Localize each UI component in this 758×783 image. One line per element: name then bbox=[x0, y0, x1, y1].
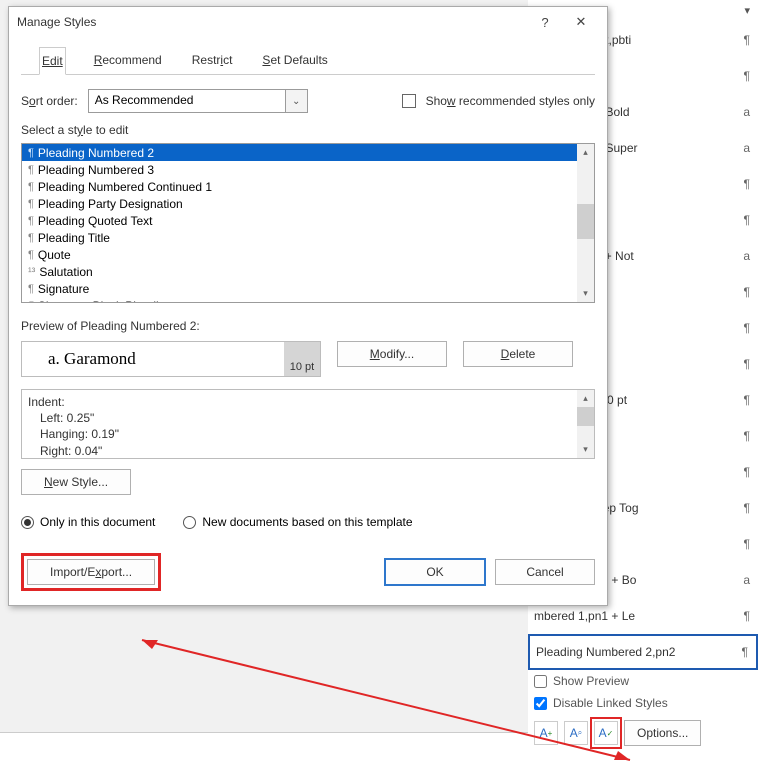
new-style-icon[interactable]: A+ bbox=[534, 721, 558, 745]
description-box: Indent: Left: 0.25" Hanging: 0.19" Right… bbox=[21, 389, 595, 459]
style-pane-item[interactable]: Pleading Numbered 2,pn2¶ bbox=[528, 634, 758, 670]
options-button[interactable]: Options... bbox=[624, 720, 701, 746]
listbox-item[interactable]: ¶Pleading Quoted Text bbox=[22, 212, 577, 229]
manage-styles-dialog: Manage Styles ? ✕ Edit Recommend Restric… bbox=[8, 6, 608, 606]
sort-order-select[interactable]: As Recommended ⌄ bbox=[88, 89, 308, 113]
listbox-item[interactable]: ¶Signature bbox=[22, 280, 577, 297]
desc-scrollbar[interactable]: ▴ ▾ bbox=[577, 390, 594, 458]
tab-recommend[interactable]: Recommend bbox=[92, 47, 164, 74]
listbox-item[interactable]: ¶Pleading Numbered 3 bbox=[22, 161, 577, 178]
listbox-item[interactable]: ¶Pleading Numbered 2 bbox=[22, 144, 577, 161]
delete-button[interactable]: Delete bbox=[463, 341, 573, 367]
preview-box: a. Garamond 10 pt bbox=[21, 341, 321, 377]
show-rec-only-label: Show recommended styles only bbox=[426, 94, 595, 108]
close-icon[interactable]: ✕ bbox=[563, 9, 599, 35]
sort-order-label: Sort order: bbox=[21, 94, 78, 108]
help-icon[interactable]: ? bbox=[527, 9, 563, 35]
sort-order-value: As Recommended bbox=[95, 93, 194, 107]
style-inspector-icon[interactable]: A⌕ bbox=[564, 721, 588, 745]
desc-right: Right: 0.04" bbox=[28, 443, 588, 459]
tab-edit[interactable]: Edit bbox=[39, 47, 66, 75]
tab-restrict[interactable]: Restrict bbox=[190, 47, 235, 74]
ok-button[interactable]: OK bbox=[385, 559, 485, 585]
listbox-item[interactable]: ¹³Salutation bbox=[22, 263, 577, 280]
scroll-up-icon[interactable]: ▴ bbox=[577, 144, 594, 161]
new-docs-template-radio[interactable]: New documents based on this template bbox=[183, 515, 412, 529]
listbox-item[interactable]: ¶Pleading Party Designation bbox=[22, 195, 577, 212]
new-style-button[interactable]: New Style... bbox=[21, 469, 131, 495]
show-preview-input[interactable] bbox=[534, 675, 547, 688]
scroll-down-icon[interactable]: ▾ bbox=[577, 285, 594, 302]
chevron-down-icon[interactable]: ⌄ bbox=[285, 90, 307, 112]
desc-left: Left: 0.25" bbox=[28, 410, 588, 426]
listbox-item[interactable]: ¶Quote bbox=[22, 246, 577, 263]
desc-head: Indent: bbox=[28, 394, 588, 410]
disable-linked-label: Disable Linked Styles bbox=[553, 696, 668, 710]
select-style-label: Select a style to edit bbox=[21, 123, 595, 137]
show-preview-checkbox[interactable]: Show Preview bbox=[528, 670, 758, 692]
dialog-title: Manage Styles bbox=[17, 15, 527, 29]
scroll-up-icon[interactable]: ▴ bbox=[577, 390, 594, 407]
disable-linked-input[interactable] bbox=[534, 697, 547, 710]
preview-label: Preview of Pleading Numbered 2: bbox=[21, 319, 595, 333]
listbox-item[interactable]: ¶Pleading Title bbox=[22, 229, 577, 246]
listbox-item[interactable]: ¶Pleading Numbered Continued 1 bbox=[22, 178, 577, 195]
modify-button[interactable]: Modify... bbox=[337, 341, 447, 367]
manage-styles-icon[interactable]: A✓ bbox=[594, 721, 618, 745]
desc-hanging: Hanging: 0.19" bbox=[28, 426, 588, 442]
show-preview-label: Show Preview bbox=[553, 674, 629, 688]
panel-dropdown-icon[interactable]: ▾ bbox=[744, 4, 750, 17]
preview-size: 10 pt bbox=[284, 342, 320, 376]
style-listbox[interactable]: ¶Pleading Numbered 2¶Pleading Numbered 3… bbox=[21, 143, 595, 303]
listbox-item[interactable]: ¶Signature Block Pleading bbox=[22, 297, 577, 303]
radio1-label: Only in this document bbox=[40, 515, 155, 529]
radio2-label: New documents based on this template bbox=[202, 515, 412, 529]
cancel-button[interactable]: Cancel bbox=[495, 559, 595, 585]
preview-text: a. Garamond bbox=[48, 349, 136, 369]
scroll-down-icon[interactable]: ▾ bbox=[577, 441, 594, 458]
tab-set-defaults[interactable]: Set Defaults bbox=[260, 47, 329, 74]
import-export-button[interactable]: Import/Export... bbox=[27, 559, 155, 585]
only-this-document-radio[interactable]: Only in this document bbox=[21, 515, 155, 529]
disable-linked-checkbox[interactable]: Disable Linked Styles bbox=[528, 692, 758, 714]
show-rec-only-checkbox[interactable] bbox=[402, 94, 416, 108]
listbox-scrollbar[interactable]: ▴ ▾ bbox=[577, 144, 594, 302]
